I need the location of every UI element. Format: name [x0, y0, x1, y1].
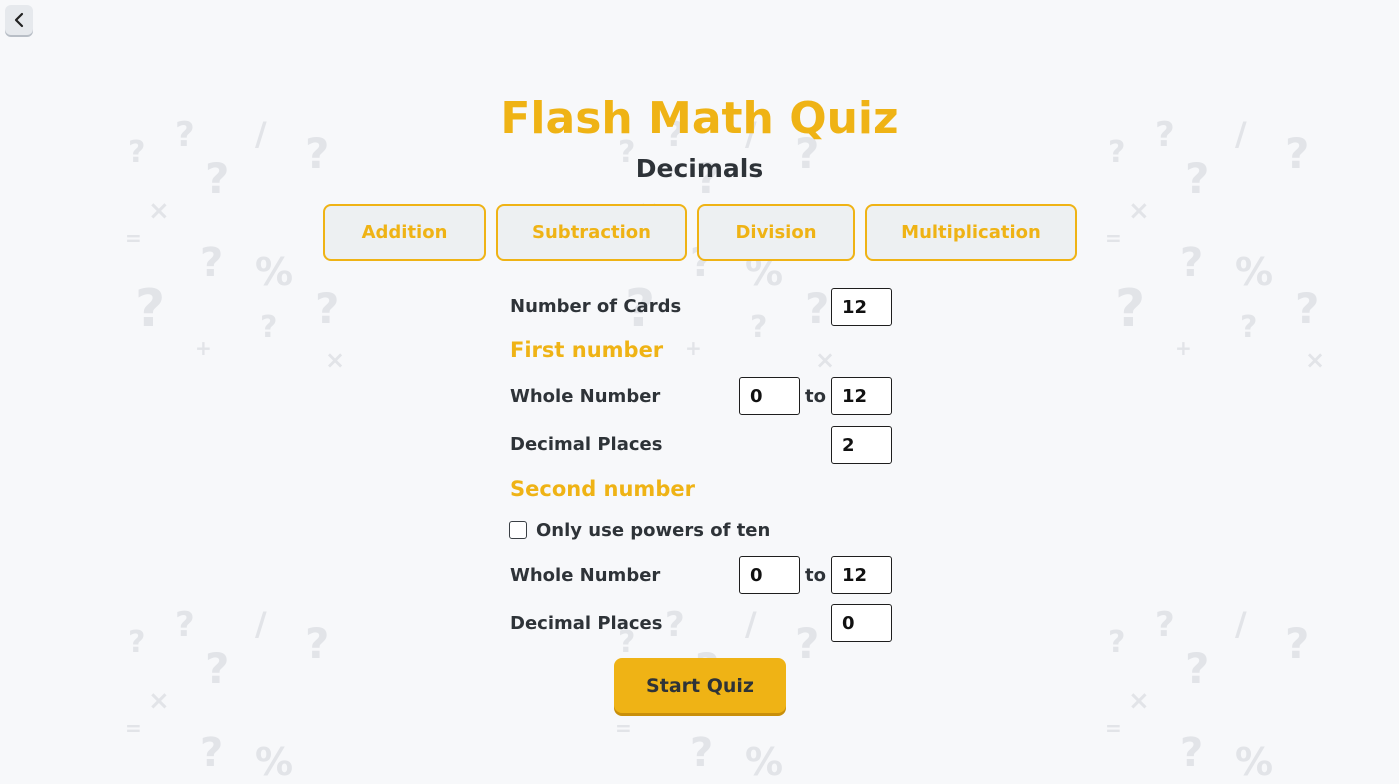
second-whole-from-input[interactable]	[739, 556, 800, 594]
background-glyph: =	[1105, 226, 1122, 250]
background-glyph: ?	[795, 619, 820, 668]
background-glyph: %	[745, 740, 784, 784]
background-glyph: =	[615, 716, 632, 740]
background-glyph: ×	[1128, 686, 1150, 716]
tab-multiplication[interactable]: Multiplication	[865, 204, 1077, 261]
second-decimal-places-label: Decimal Places	[510, 613, 663, 634]
background-glyph: ?	[128, 625, 146, 660]
background-glyph: ?	[175, 605, 195, 645]
background-glyph: ×	[325, 346, 346, 374]
first-whole-to-input[interactable]	[831, 377, 892, 415]
first-to-label: to	[805, 386, 826, 407]
background-glyph: ×	[148, 196, 170, 226]
background-glyph: ?	[200, 730, 224, 776]
background-glyph: %	[255, 740, 294, 784]
background-glyph: ?	[205, 644, 230, 693]
number-of-cards-label: Number of Cards	[510, 296, 682, 317]
background-glyph: ×	[1128, 196, 1150, 226]
background-glyph: ×	[1305, 346, 1326, 374]
background-glyph: ?	[690, 730, 714, 776]
number-of-cards-input[interactable]	[831, 288, 892, 326]
background-glyph: ?	[1285, 619, 1310, 668]
second-decimal-places-input[interactable]	[831, 604, 892, 642]
background-glyph: ?	[1180, 730, 1204, 776]
background-glyph: ?	[200, 240, 224, 286]
background-glyph: ?	[1155, 605, 1175, 645]
second-number-heading: Second number	[510, 477, 695, 501]
first-whole-number-label: Whole Number	[510, 386, 661, 407]
background-glyph: +	[685, 336, 702, 360]
background-glyph: +	[195, 336, 212, 360]
powers-of-ten-label: Only use powers of ten	[536, 520, 771, 541]
background-glyph: ?	[1240, 310, 1258, 345]
background-glyph: =	[1105, 716, 1122, 740]
back-button[interactable]	[5, 5, 33, 35]
background-glyph: %	[255, 250, 294, 294]
page-title: Flash Math Quiz	[500, 93, 899, 144]
first-number-heading: First number	[510, 338, 664, 362]
start-quiz-button[interactable]: Start Quiz	[614, 658, 786, 713]
background-glyph: ?	[1115, 279, 1146, 339]
background-glyph: ?	[1295, 284, 1320, 333]
background-glyph: ×	[148, 686, 170, 716]
background-glyph: ×	[815, 346, 836, 374]
background-glyph: /	[745, 605, 757, 643]
background-glyph: ?	[260, 310, 278, 345]
background-glyph: /	[1235, 605, 1247, 643]
background-glyph: ?	[750, 310, 768, 345]
background-glyph: ?	[665, 605, 685, 645]
tab-subtraction[interactable]: Subtraction	[496, 204, 687, 261]
background-glyph: ?	[315, 284, 340, 333]
powers-of-ten-checkbox[interactable]	[509, 521, 527, 539]
first-decimal-places-input[interactable]	[831, 426, 892, 464]
background-glyph: ?	[1185, 644, 1210, 693]
tab-division[interactable]: Division	[697, 204, 855, 261]
background-glyph: %	[1235, 250, 1274, 294]
page-subtitle: Decimals	[635, 154, 764, 183]
second-to-label: to	[805, 565, 826, 586]
first-decimal-places-label: Decimal Places	[510, 434, 663, 455]
background-glyph: ?	[305, 619, 330, 668]
first-whole-from-input[interactable]	[739, 377, 800, 415]
second-whole-to-input[interactable]	[831, 556, 892, 594]
background-glyph: ?	[1108, 625, 1126, 660]
background-glyph: =	[125, 226, 142, 250]
background-glyph: ?	[135, 279, 166, 339]
second-whole-number-label: Whole Number	[510, 565, 661, 586]
background-glyph: /	[255, 605, 267, 643]
chevron-left-icon	[12, 12, 26, 28]
tab-addition[interactable]: Addition	[323, 204, 486, 261]
background-glyph: %	[1235, 740, 1274, 784]
background-glyph: =	[125, 716, 142, 740]
background-glyph: +	[1175, 336, 1192, 360]
background-glyph: ?	[805, 284, 830, 333]
background-glyph: ?	[1180, 240, 1204, 286]
